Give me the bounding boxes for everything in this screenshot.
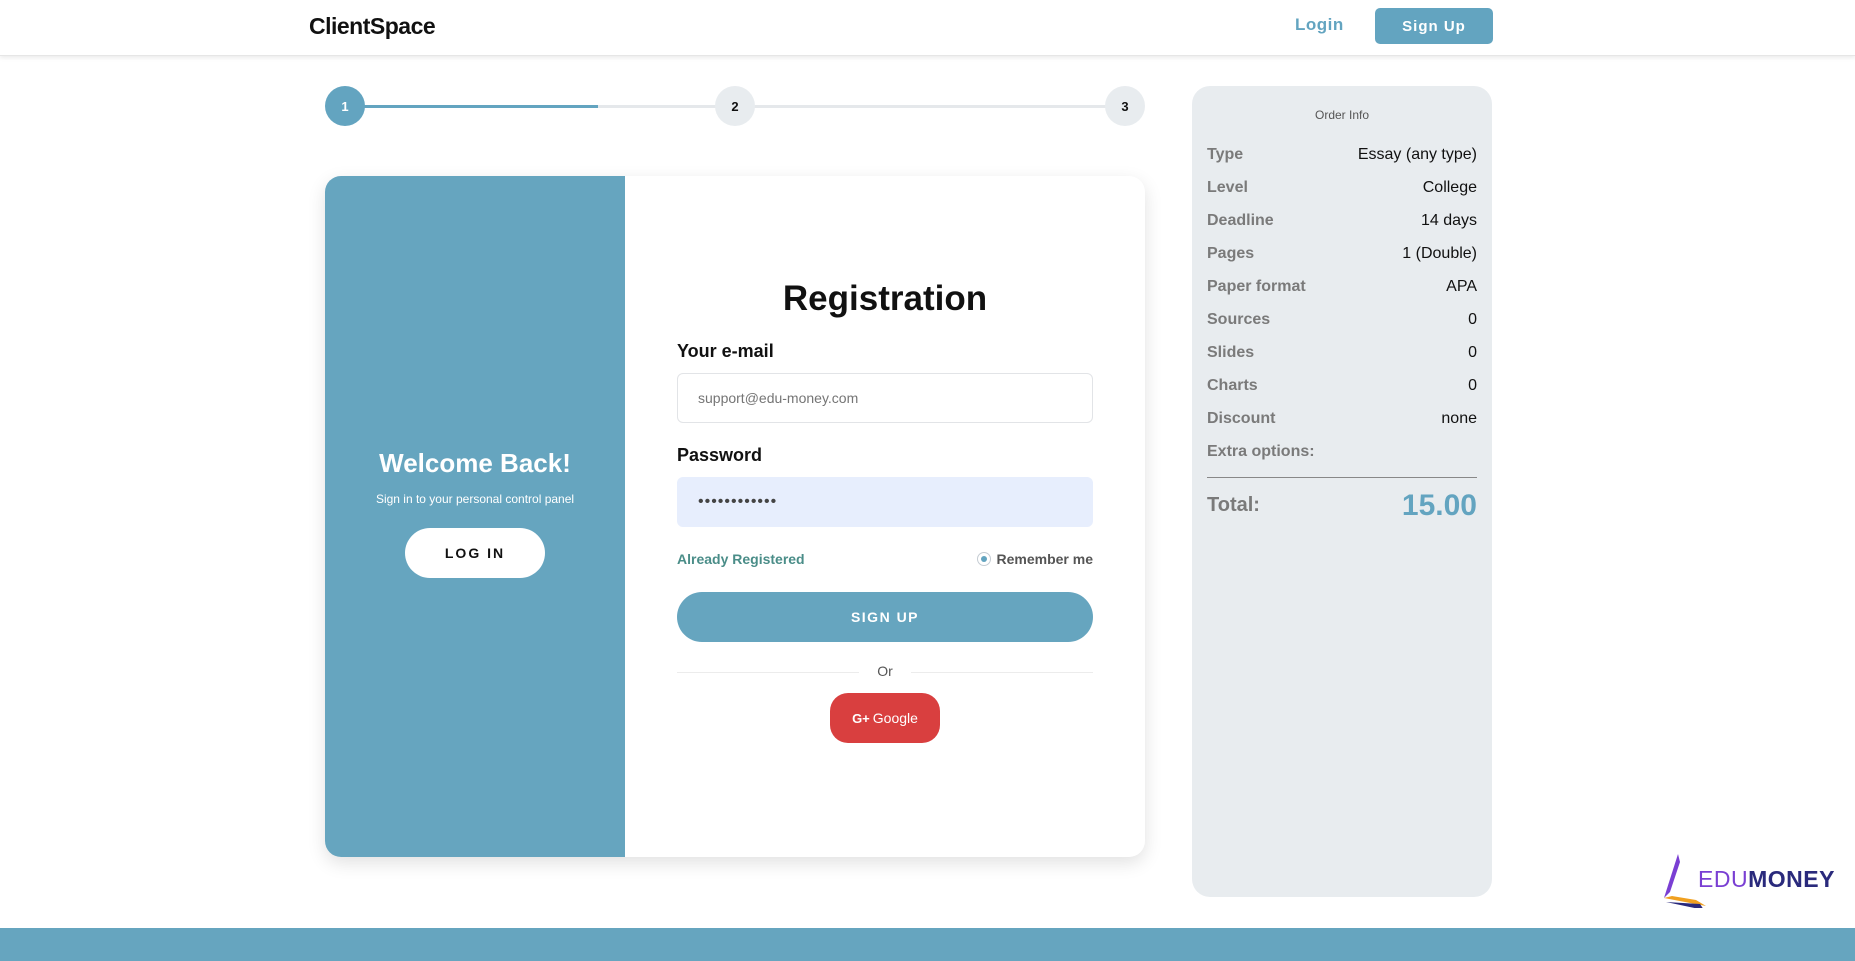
registration-card: Welcome Back! Sign in to your personal c… [325,176,1145,857]
order-key: Extra options: [1207,443,1315,460]
order-row-deadline: Deadline 14 days [1207,211,1477,231]
order-row-type: Type Essay (any type) [1207,145,1477,165]
order-value: APA [1446,278,1477,295]
order-value: Essay (any type) [1357,146,1477,163]
order-key: Paper format [1207,278,1306,295]
order-key: Slides [1207,344,1255,361]
registration-form: Registration Your e-mail Password Alread… [625,176,1145,857]
step-1[interactable]: 1 [325,86,365,126]
registration-title: Registration [782,279,988,318]
remember-me-radio[interactable] [976,552,991,566]
order-row-pages: Pages 1 (Double) [1207,244,1477,264]
password-label: Password [677,445,763,465]
order-key: Deadline [1207,212,1274,229]
remember-me-label: Remember me [996,551,1094,567]
order-row-discount: Discount none [1207,409,1477,429]
header-signup-button[interactable]: Sign Up [1375,8,1493,44]
order-row-level: Level College [1207,178,1477,198]
google-button-label: Google [872,710,918,726]
order-key: Discount [1207,410,1276,427]
total-label: Total: [1207,494,1260,516]
signup-button[interactable]: SIGN UP [677,592,1093,642]
order-value: College [1422,179,1477,196]
footer-bar [0,928,1855,961]
order-row-charts: Charts 0 [1207,376,1477,396]
email-field[interactable] [677,373,1093,423]
google-plus-icon: G+ [852,710,870,726]
order-value: 14 days [1420,212,1477,229]
order-row-extra-options: Extra options: [1207,442,1477,462]
edumoney-logo-text: EDUMONEY [1698,866,1835,892]
edumoney-logo: EDUMONEY [1660,852,1845,910]
order-value: 0 [1468,311,1477,328]
header-login-link[interactable]: Login [1295,15,1344,35]
step-3[interactable]: 3 [1105,86,1145,126]
radio-selected-dot [980,556,987,562]
brand-logo[interactable]: ClientSpace [309,13,436,40]
top-navbar: ClientSpace Login Sign Up [0,0,1855,56]
order-row-paper-format: Paper format APA [1207,277,1477,297]
or-text: Or [859,663,911,679]
email-label: Your e-mail [677,341,774,361]
login-button[interactable]: LOG IN [405,528,545,578]
order-key: Level [1207,179,1248,196]
order-stepper: 1 2 3 [325,86,1145,126]
stepper-progress [345,105,598,108]
order-key: Charts [1207,377,1258,394]
step-2[interactable]: 2 [715,86,755,126]
google-signin-button[interactable]: G+ Google [830,693,940,743]
welcome-title: Welcome Back! [379,448,571,478]
password-field[interactable] [677,477,1093,527]
order-key: Type [1207,146,1244,163]
total-value: 15.00 [1401,489,1477,522]
order-key: Sources [1207,311,1271,328]
remember-me-option[interactable]: Remember me [976,551,1094,567]
welcome-subtitle: Sign in to your personal control panel [375,492,575,506]
order-info-panel: Order Info Type Essay (any type) Level C… [1192,86,1492,897]
order-value: 1 (Double) [1402,245,1477,262]
order-value: 0 [1468,344,1477,361]
order-row-sources: Sources 0 [1207,310,1477,330]
order-total-divider [1207,477,1477,478]
already-registered-link[interactable]: Already Registered [677,551,805,567]
order-info-title: Order Info [1314,108,1370,122]
order-row-slides: Slides 0 [1207,343,1477,363]
order-value: none [1441,410,1477,427]
order-value: 0 [1468,377,1477,394]
welcome-panel: Welcome Back! Sign in to your personal c… [325,176,625,857]
order-key: Pages [1207,245,1255,262]
